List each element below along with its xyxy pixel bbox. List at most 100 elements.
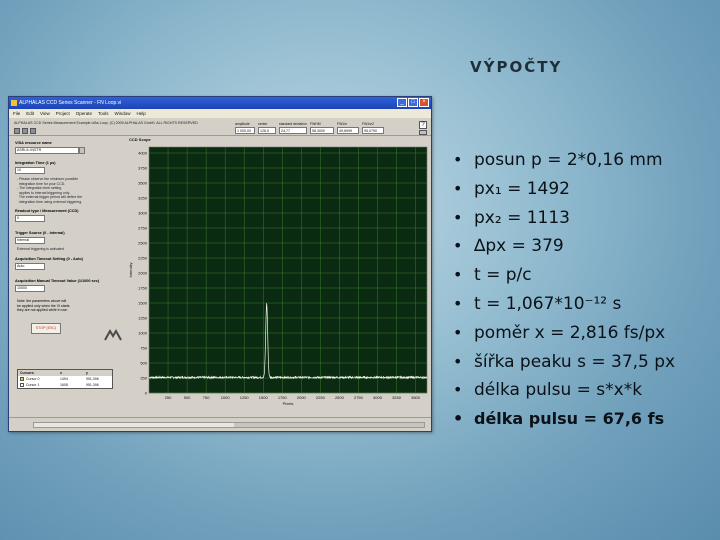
- minimize-icon[interactable]: _: [397, 98, 407, 107]
- chevron-down-icon[interactable]: [79, 147, 85, 154]
- y-tick-label: 3000: [138, 211, 148, 216]
- y-tick-label: 3500: [138, 181, 148, 186]
- cursor-color-swatch: [20, 383, 24, 388]
- readout-fwhm: FWHM 58,3000: [310, 122, 334, 134]
- window-titlebar[interactable]: ALPHALAS CCD Series Scanner - FN Loop.vi…: [9, 97, 431, 109]
- menu-edit[interactable]: Edit: [26, 109, 34, 118]
- apply-note: Note: the parameters above will be appli…: [17, 299, 70, 313]
- list-item: t = p/c: [452, 263, 714, 292]
- labview-window: ALPHALAS CCD Series Scanner - FN Loop.vi…: [8, 96, 432, 432]
- readout-type-label: Readout type / Measurement (CCD): [15, 209, 79, 213]
- x-tick-label: 1750: [278, 395, 288, 400]
- integration-input[interactable]: 10: [15, 167, 45, 174]
- run-continuous-icon[interactable]: [22, 128, 28, 134]
- y-tick-label: 250: [140, 376, 147, 381]
- y-tick-label: 1750: [138, 286, 148, 291]
- x-tick-label: 1250: [240, 395, 250, 400]
- y-tick-label: 2000: [138, 271, 148, 276]
- menu-view[interactable]: View: [40, 109, 50, 118]
- list-item: t = 1,067*10⁻¹² s: [452, 292, 714, 321]
- list-item: ∆px = 379: [452, 234, 714, 263]
- window-title: ALPHALAS CCD Series Scanner - FN Loop.vi: [19, 100, 122, 106]
- x-tick-label: 1000: [221, 395, 231, 400]
- stop-indicator: [419, 130, 427, 135]
- menu-operate[interactable]: Operate: [76, 109, 92, 118]
- y-tick-label: 500: [140, 361, 147, 366]
- x-tick-label: 3000: [373, 395, 383, 400]
- run-icon[interactable]: [14, 128, 20, 134]
- trigger-label: Trigger Source (0 - Internal): [15, 231, 65, 235]
- acq-label: Acquisition Timeout Setting (0 - Auto): [15, 257, 83, 261]
- x-tick-label: 500: [184, 395, 191, 400]
- close-icon[interactable]: ×: [419, 98, 429, 107]
- menu-project[interactable]: Project: [56, 109, 70, 118]
- scrollbar-thumb[interactable]: [34, 423, 234, 427]
- list-item: délka pulsu = 67,6 fs: [452, 407, 714, 436]
- readouts: amplitude 1 000,00 center 128,5 standard…: [235, 122, 384, 134]
- x-tick-label: 250: [165, 395, 172, 400]
- readout-amplitude: amplitude 1 000,00: [235, 122, 255, 134]
- control-panel: VISA resource name ASRL5::INSTR Integrat…: [9, 137, 125, 419]
- y-tick-label: 2500: [138, 241, 148, 246]
- menu-tools[interactable]: Tools: [98, 109, 109, 118]
- list-item: px₂ = 1113: [452, 206, 714, 235]
- menu-file[interactable]: File: [13, 109, 20, 118]
- x-tick-label: 1500: [259, 395, 269, 400]
- stop-button[interactable]: STOP (ESC): [31, 323, 61, 334]
- y-tick-label: 1000: [138, 331, 148, 336]
- status-bar: [9, 417, 431, 431]
- list-item: šířka peaku s = 37,5 px: [452, 350, 714, 379]
- x-tick-label: 750: [203, 395, 210, 400]
- readout-fw1e: FW1/e 49,8999: [337, 122, 359, 134]
- list-item: px₁ = 1492: [452, 177, 714, 206]
- readout-type-input[interactable]: 0: [15, 215, 45, 222]
- timeout-input[interactable]: 10000: [15, 285, 45, 292]
- ccd-chart[interactable]: 0 250 500 750 1000 1250 1500 1750 2000 2250 2500 27…: [127, 143, 431, 417]
- cursor-color-swatch: [20, 377, 24, 382]
- y-tick-label: 1500: [138, 301, 148, 306]
- copyright-text: ALPHALAS CCD Series Measurement Example …: [14, 121, 198, 125]
- abort-icon[interactable]: [30, 128, 36, 134]
- ni-logo-icon: [104, 329, 122, 341]
- timeout-label: Acquisition Manual Timeout Value (1/1000…: [15, 279, 100, 283]
- plot-caption: CCD Scope: [129, 137, 151, 142]
- ccd-scope-plot: CCD Scope 0 250 500 750 1000 1250 1500 1750 2000…: [127, 137, 431, 417]
- toolbar: ALPHALAS CCD Series Measurement Example …: [9, 118, 431, 136]
- x-tick-label: 3500: [411, 395, 421, 400]
- cursor-table: Cursors: x y Cursor 0 1494 951,396 Curso…: [17, 369, 113, 389]
- resource-label: VISA resource name: [15, 141, 52, 145]
- slide-title: VÝPOČTY: [470, 58, 563, 76]
- y-tick-label: 750: [140, 346, 147, 351]
- resource-select[interactable]: ASRL5::INSTR: [15, 147, 79, 154]
- readout-std-dev: standard deviation 24,77: [279, 122, 307, 134]
- trigger-select[interactable]: Internal: [15, 237, 45, 244]
- maximize-icon[interactable]: □: [408, 98, 418, 107]
- acq-select[interactable]: Auto: [15, 263, 45, 270]
- table-row[interactable]: Cursor 1 1608 951,396: [18, 382, 112, 388]
- list-item: poměr x = 2,816 fs/px: [452, 321, 714, 350]
- app-icon: [11, 100, 17, 106]
- y-tick-label: 3750: [138, 166, 148, 171]
- integration-label: Integration Time (1 µs): [15, 161, 56, 165]
- trigger-note: External triggering is activated: [17, 247, 64, 251]
- y-tick-label: 2750: [138, 226, 148, 231]
- menu-help[interactable]: Help: [137, 109, 146, 118]
- list-item: posun p = 2*0,16 mm: [452, 148, 714, 177]
- readout-fw1e2: FW1/e2 95,0790: [362, 122, 384, 134]
- y-tick-label: 2250: [138, 256, 148, 261]
- list-item: délka pulsu = s*x*k: [452, 378, 714, 407]
- x-tick-label: 2750: [354, 395, 364, 400]
- x-tick-label: 2500: [335, 395, 345, 400]
- y-tick-label: 4000: [138, 151, 148, 156]
- readout-center: center 128,5: [258, 122, 276, 134]
- y-tick-label: 0: [145, 391, 148, 396]
- help-icon[interactable]: ?: [419, 121, 427, 129]
- menu-window[interactable]: Window: [115, 109, 131, 118]
- horizontal-scrollbar[interactable]: [33, 422, 425, 428]
- x-tick-label: 2250: [316, 395, 326, 400]
- x-tick-label: 2000: [297, 395, 307, 400]
- x-tick-label: 3250: [392, 395, 402, 400]
- menu-bar: File Edit View Project Operate Tools Win…: [9, 109, 431, 118]
- calculation-list: posun p = 2*0,16 mm px₁ = 1492 px₂ = 111…: [452, 148, 714, 436]
- integration-note: - Please observe the minimum possible in…: [17, 177, 83, 204]
